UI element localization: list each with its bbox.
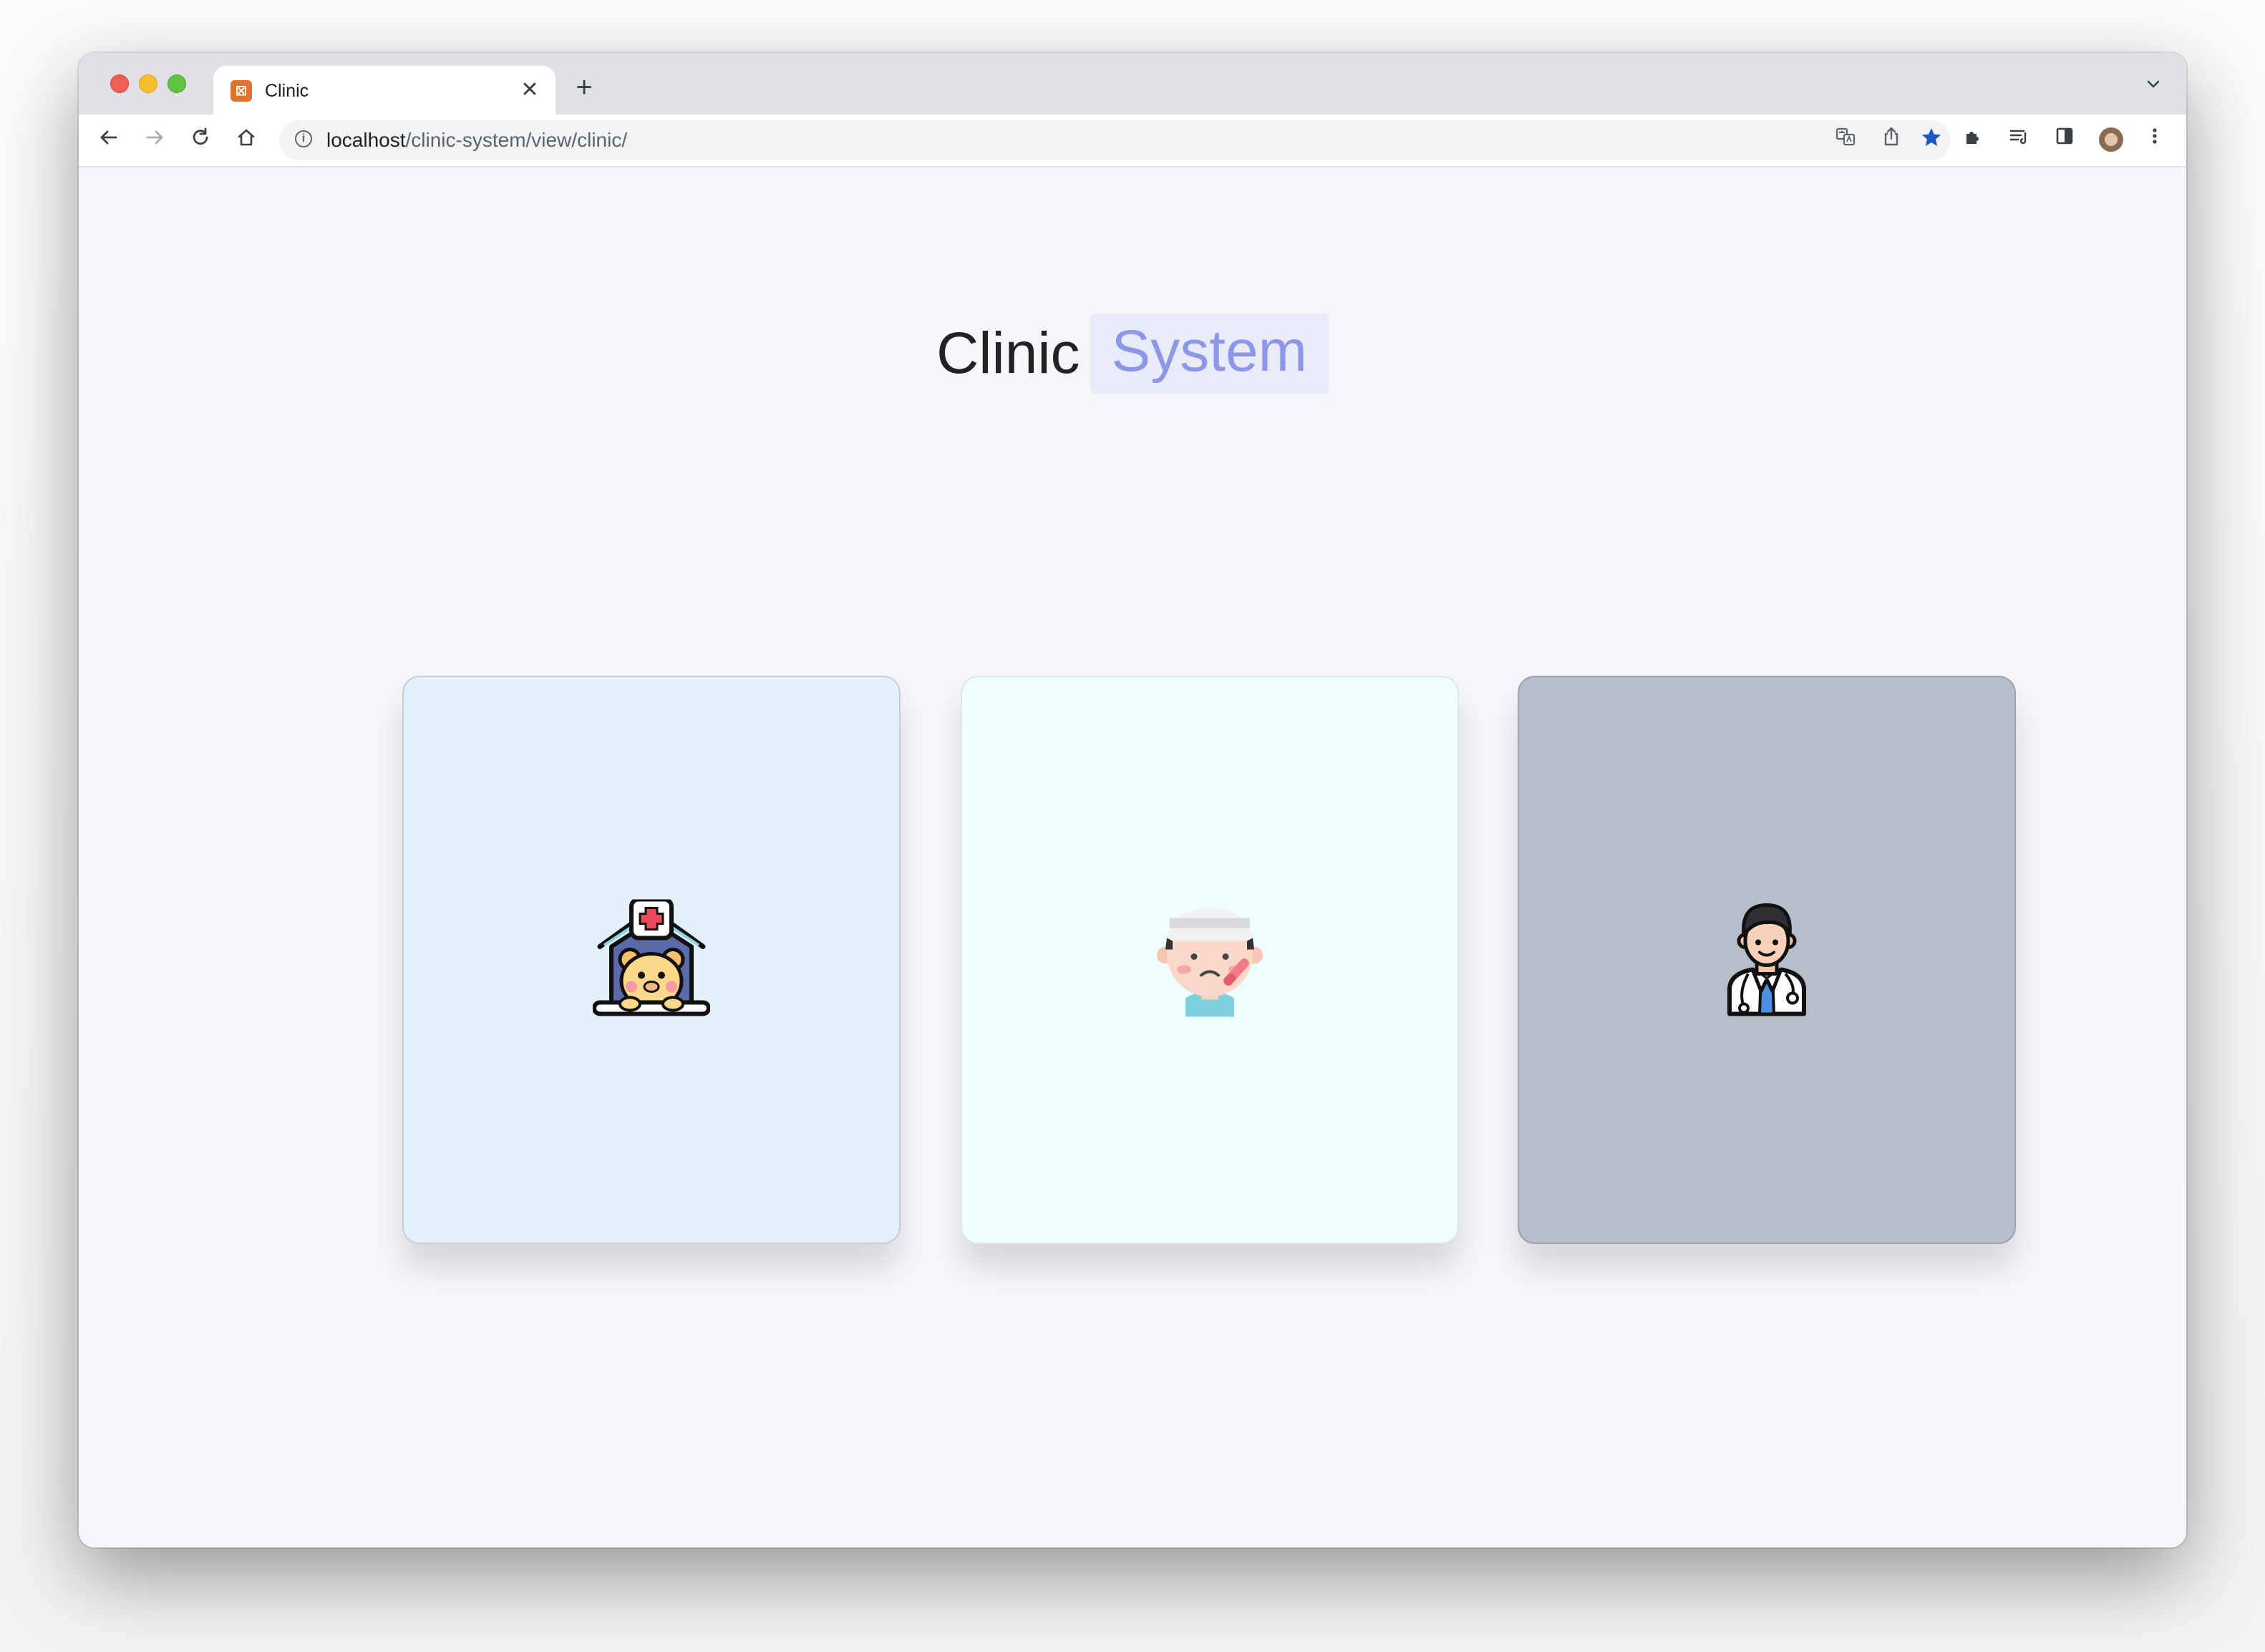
url-path: /clinic-system/view/clinic/ xyxy=(405,129,628,151)
browser-window: ⊠ Clinic ✕ + i localhost/clinic-system/v… xyxy=(79,53,2186,1547)
home-button[interactable] xyxy=(231,125,262,156)
doctor-icon xyxy=(1708,900,1825,1021)
back-button[interactable] xyxy=(93,125,125,156)
tab-search-chevron-icon[interactable] xyxy=(2139,73,2168,102)
profile-avatar[interactable] xyxy=(2099,127,2123,152)
tab-strip: ⊠ Clinic ✕ + xyxy=(79,53,2186,115)
side-panel-icon[interactable] xyxy=(2049,125,2080,156)
page-title: Clinic System xyxy=(79,314,2186,407)
desktop-background: ⊠ Clinic ✕ + i localhost/clinic-system/v… xyxy=(0,0,2265,1652)
translate-icon[interactable] xyxy=(1831,126,1860,155)
tab-title: Clinic xyxy=(265,81,309,101)
patient-card[interactable] xyxy=(961,676,1459,1244)
title-word-system-highlight: System xyxy=(1090,314,1329,394)
minimize-window-button[interactable] xyxy=(139,74,157,93)
new-tab-button[interactable]: + xyxy=(570,73,598,102)
tab-clinic[interactable]: ⊠ Clinic ✕ xyxy=(213,66,556,115)
url-text[interactable]: localhost/clinic-system/view/clinic/ xyxy=(326,129,627,152)
clinic-card[interactable] xyxy=(402,676,901,1244)
address-bar[interactable]: i localhost/clinic-system/view/clinic/ xyxy=(279,120,1950,160)
browser-toolbar: i localhost/clinic-system/view/clinic/ xyxy=(79,115,2186,167)
site-info-icon[interactable]: i xyxy=(295,130,312,147)
sick-patient-icon xyxy=(1151,900,1269,1021)
share-icon[interactable] xyxy=(1877,126,1906,155)
tab-close-icon[interactable]: ✕ xyxy=(517,77,543,103)
maximize-window-button[interactable] xyxy=(168,74,186,93)
close-window-button[interactable] xyxy=(110,74,129,93)
page-content: Clinic System xyxy=(79,167,2186,1547)
extensions-icon[interactable] xyxy=(1957,125,1989,156)
doctor-card[interactable] xyxy=(1518,676,2016,1244)
url-host: localhost xyxy=(326,129,406,151)
bookmark-star-icon[interactable] xyxy=(1917,126,1946,155)
clinic-favicon-icon: ⊠ xyxy=(231,80,252,102)
forward-button[interactable] xyxy=(139,125,170,156)
reading-list-icon[interactable] xyxy=(2003,125,2034,156)
pet-clinic-house-icon xyxy=(592,897,711,1021)
reload-button[interactable] xyxy=(185,125,216,156)
more-menu-icon[interactable] xyxy=(2139,125,2171,156)
title-word-clinic: Clinic xyxy=(936,321,1080,386)
